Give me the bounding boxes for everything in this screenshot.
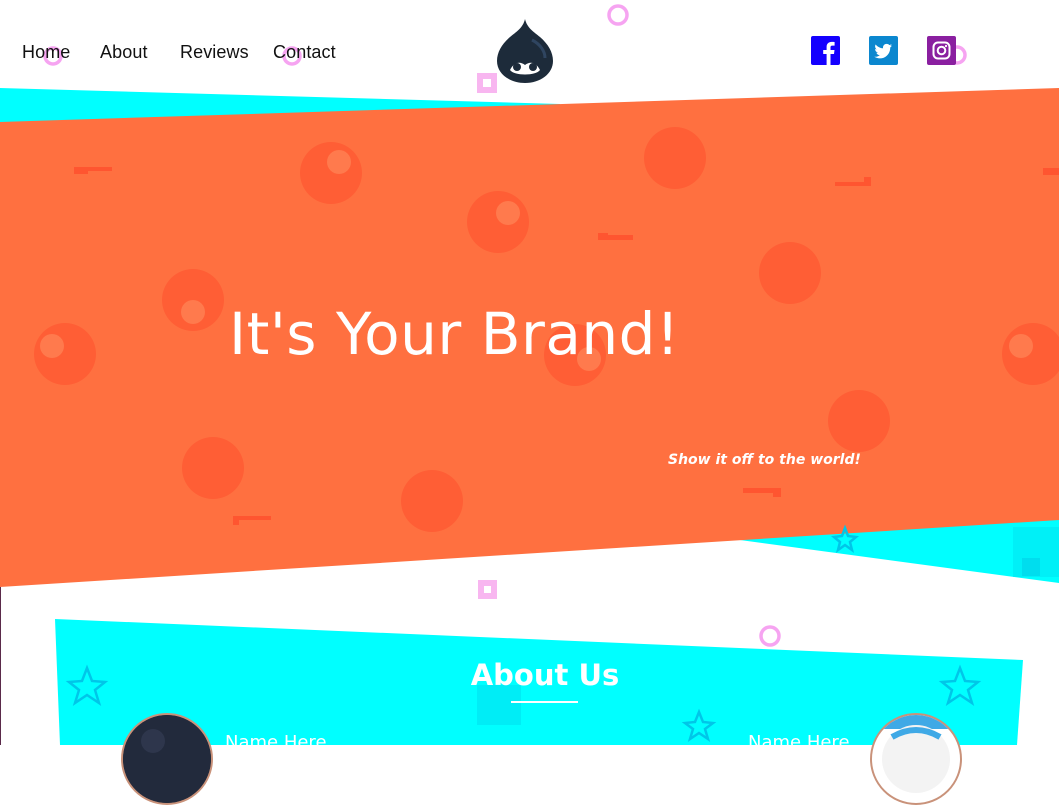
about-title-underline bbox=[511, 701, 578, 703]
top-navigation: Home About Reviews Contact bbox=[0, 0, 1059, 100]
facebook-icon[interactable] bbox=[811, 36, 840, 65]
drupal-drop-icon[interactable] bbox=[496, 18, 554, 84]
team-member-name: Name Here bbox=[225, 732, 327, 753]
nav-link-home[interactable]: Home bbox=[22, 42, 70, 63]
hero-subtitle: Show it off to the world! bbox=[668, 452, 861, 468]
avatar bbox=[121, 713, 213, 805]
nav-link-about[interactable]: About bbox=[100, 42, 148, 63]
hero-background bbox=[0, 4, 1059, 745]
instagram-icon[interactable] bbox=[927, 36, 956, 65]
about-section-title: About Us bbox=[470, 658, 620, 692]
hero-title: It's Your Brand! bbox=[229, 300, 680, 368]
avatar bbox=[870, 713, 962, 805]
nav-link-reviews[interactable]: Reviews bbox=[180, 42, 249, 63]
team-member-name: Name Here bbox=[748, 732, 850, 753]
twitter-icon[interactable] bbox=[869, 36, 898, 65]
nav-link-contact[interactable]: Contact bbox=[273, 42, 336, 63]
